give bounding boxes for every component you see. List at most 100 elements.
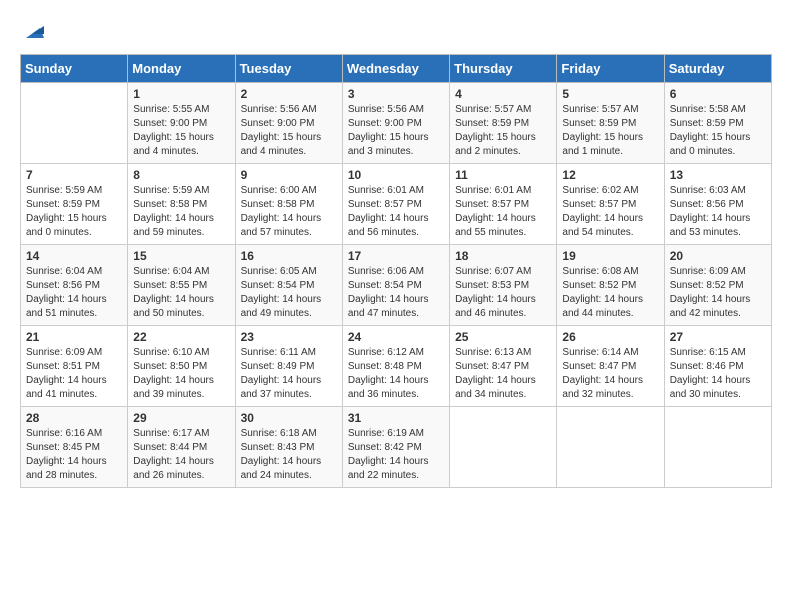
weekday-header: Monday <box>128 55 235 83</box>
day-number: 23 <box>241 330 337 344</box>
cell-info: Sunrise: 6:18 AMSunset: 8:43 PMDaylight:… <box>241 427 337 483</box>
calendar-cell: 14 Sunrise: 6:04 AMSunset: 8:56 PMDayligh… <box>21 245 128 326</box>
calendar-cell: 24 Sunrise: 6:12 AMSunset: 8:48 PMDayligh… <box>342 326 449 407</box>
cell-info: Sunrise: 6:04 AMSunset: 8:55 PMDaylight:… <box>133 265 229 321</box>
day-number: 15 <box>133 249 229 263</box>
day-number: 28 <box>26 411 122 425</box>
day-number: 29 <box>133 411 229 425</box>
calendar-cell: 21 Sunrise: 6:09 AMSunset: 8:51 PMDayligh… <box>21 326 128 407</box>
calendar-cell: 28Sunrise: 6:16 AMSunset: 8:45 PMDayligh… <box>21 407 128 488</box>
day-number: 27 <box>670 330 766 344</box>
calendar-cell: 15 Sunrise: 6:04 AMSunset: 8:55 PMDayligh… <box>128 245 235 326</box>
day-number: 2 <box>241 87 337 101</box>
day-number: 12 <box>562 168 658 182</box>
calendar-cell: 23 Sunrise: 6:11 AMSunset: 8:49 PMDayligh… <box>235 326 342 407</box>
day-number: 8 <box>133 168 229 182</box>
calendar-week-row: 7 Sunrise: 5:59 AMSunset: 8:59 PMDaylight… <box>21 164 772 245</box>
day-number: 1 <box>133 87 229 101</box>
cell-info: Sunrise: 5:56 AMSunset: 9:00 PMDaylight:… <box>348 103 444 159</box>
weekday-header: Wednesday <box>342 55 449 83</box>
calendar-cell: 17 Sunrise: 6:06 AMSunset: 8:54 PMDayligh… <box>342 245 449 326</box>
calendar-cell <box>557 407 664 488</box>
cell-info: Sunrise: 6:01 AMSunset: 8:57 PMDaylight:… <box>455 184 551 240</box>
calendar-cell: 2 Sunrise: 5:56 AMSunset: 9:00 PMDaylight… <box>235 83 342 164</box>
cell-info: Sunrise: 6:04 AMSunset: 8:56 PMDaylight:… <box>26 265 122 321</box>
calendar-table: SundayMondayTuesdayWednesdayThursdayFrid… <box>20 54 772 488</box>
calendar-cell: 29 Sunrise: 6:17 AMSunset: 8:44 PMDayligh… <box>128 407 235 488</box>
cell-info: Sunrise: 6:14 AMSunset: 8:47 PMDaylight:… <box>562 346 658 402</box>
weekday-header: Saturday <box>664 55 771 83</box>
calendar-cell <box>21 83 128 164</box>
calendar-week-row: 28Sunrise: 6:16 AMSunset: 8:45 PMDayligh… <box>21 407 772 488</box>
cell-info: Sunrise: 5:57 AMSunset: 8:59 PMDaylight:… <box>455 103 551 159</box>
cell-info: Sunrise: 5:57 AMSunset: 8:59 PMDaylight:… <box>562 103 658 159</box>
calendar-cell <box>664 407 771 488</box>
day-number: 9 <box>241 168 337 182</box>
weekday-header: Friday <box>557 55 664 83</box>
page-header <box>20 20 772 38</box>
weekday-header-row: SundayMondayTuesdayWednesdayThursdayFrid… <box>21 55 772 83</box>
calendar-cell: 27Sunrise: 6:15 AMSunset: 8:46 PMDayligh… <box>664 326 771 407</box>
calendar-cell: 18 Sunrise: 6:07 AMSunset: 8:53 PMDayligh… <box>450 245 557 326</box>
cell-info: Sunrise: 6:02 AMSunset: 8:57 PMDaylight:… <box>562 184 658 240</box>
day-number: 3 <box>348 87 444 101</box>
calendar-week-row: 21 Sunrise: 6:09 AMSunset: 8:51 PMDayligh… <box>21 326 772 407</box>
day-number: 17 <box>348 249 444 263</box>
cell-info: Sunrise: 5:59 AMSunset: 8:59 PMDaylight:… <box>26 184 122 240</box>
calendar-cell: 12 Sunrise: 6:02 AMSunset: 8:57 PMDayligh… <box>557 164 664 245</box>
logo <box>20 20 44 38</box>
calendar-cell: 10Sunrise: 6:01 AMSunset: 8:57 PMDayligh… <box>342 164 449 245</box>
cell-info: Sunrise: 6:10 AMSunset: 8:50 PMDaylight:… <box>133 346 229 402</box>
day-number: 6 <box>670 87 766 101</box>
calendar-cell: 9 Sunrise: 6:00 AMSunset: 8:58 PMDaylight… <box>235 164 342 245</box>
calendar-cell: 25Sunrise: 6:13 AMSunset: 8:47 PMDayligh… <box>450 326 557 407</box>
cell-info: Sunrise: 6:07 AMSunset: 8:53 PMDaylight:… <box>455 265 551 321</box>
day-number: 14 <box>26 249 122 263</box>
calendar-cell: 19Sunrise: 6:08 AMSunset: 8:52 PMDayligh… <box>557 245 664 326</box>
day-number: 21 <box>26 330 122 344</box>
calendar-cell: 30 Sunrise: 6:18 AMSunset: 8:43 PMDayligh… <box>235 407 342 488</box>
cell-info: Sunrise: 5:56 AMSunset: 9:00 PMDaylight:… <box>241 103 337 159</box>
cell-info: Sunrise: 6:00 AMSunset: 8:58 PMDaylight:… <box>241 184 337 240</box>
calendar-cell <box>450 407 557 488</box>
day-number: 5 <box>562 87 658 101</box>
calendar-cell: 5 Sunrise: 5:57 AMSunset: 8:59 PMDaylight… <box>557 83 664 164</box>
day-number: 24 <box>348 330 444 344</box>
cell-info: Sunrise: 6:05 AMSunset: 8:54 PMDaylight:… <box>241 265 337 321</box>
day-number: 20 <box>670 249 766 263</box>
day-number: 16 <box>241 249 337 263</box>
cell-info: Sunrise: 5:59 AMSunset: 8:58 PMDaylight:… <box>133 184 229 240</box>
calendar-cell: 22Sunrise: 6:10 AMSunset: 8:50 PMDayligh… <box>128 326 235 407</box>
cell-info: Sunrise: 6:11 AMSunset: 8:49 PMDaylight:… <box>241 346 337 402</box>
calendar-cell: 4 Sunrise: 5:57 AMSunset: 8:59 PMDaylight… <box>450 83 557 164</box>
cell-info: Sunrise: 5:55 AMSunset: 9:00 PMDaylight:… <box>133 103 229 159</box>
cell-info: Sunrise: 6:08 AMSunset: 8:52 PMDaylight:… <box>562 265 658 321</box>
day-number: 7 <box>26 168 122 182</box>
weekday-header: Tuesday <box>235 55 342 83</box>
calendar-cell: 3 Sunrise: 5:56 AMSunset: 9:00 PMDaylight… <box>342 83 449 164</box>
calendar-cell: 7 Sunrise: 5:59 AMSunset: 8:59 PMDaylight… <box>21 164 128 245</box>
day-number: 13 <box>670 168 766 182</box>
cell-info: Sunrise: 6:12 AMSunset: 8:48 PMDaylight:… <box>348 346 444 402</box>
cell-info: Sunrise: 6:03 AMSunset: 8:56 PMDaylight:… <box>670 184 766 240</box>
day-number: 25 <box>455 330 551 344</box>
calendar-cell: 1 Sunrise: 5:55 AMSunset: 9:00 PMDaylight… <box>128 83 235 164</box>
cell-info: Sunrise: 6:19 AMSunset: 8:42 PMDaylight:… <box>348 427 444 483</box>
day-number: 31 <box>348 411 444 425</box>
day-number: 18 <box>455 249 551 263</box>
calendar-cell: 26 Sunrise: 6:14 AMSunset: 8:47 PMDayligh… <box>557 326 664 407</box>
calendar-cell: 8 Sunrise: 5:59 AMSunset: 8:58 PMDaylight… <box>128 164 235 245</box>
calendar-cell: 13 Sunrise: 6:03 AMSunset: 8:56 PMDayligh… <box>664 164 771 245</box>
day-number: 4 <box>455 87 551 101</box>
cell-info: Sunrise: 6:06 AMSunset: 8:54 PMDaylight:… <box>348 265 444 321</box>
cell-info: Sunrise: 6:09 AMSunset: 8:52 PMDaylight:… <box>670 265 766 321</box>
day-number: 26 <box>562 330 658 344</box>
day-number: 30 <box>241 411 337 425</box>
calendar-cell: 6Sunrise: 5:58 AMSunset: 8:59 PMDaylight… <box>664 83 771 164</box>
day-number: 10 <box>348 168 444 182</box>
calendar-week-row: 1 Sunrise: 5:55 AMSunset: 9:00 PMDaylight… <box>21 83 772 164</box>
calendar-cell: 16 Sunrise: 6:05 AMSunset: 8:54 PMDayligh… <box>235 245 342 326</box>
cell-info: Sunrise: 6:09 AMSunset: 8:51 PMDaylight:… <box>26 346 122 402</box>
cell-info: Sunrise: 6:17 AMSunset: 8:44 PMDaylight:… <box>133 427 229 483</box>
logo-icon <box>22 20 44 42</box>
